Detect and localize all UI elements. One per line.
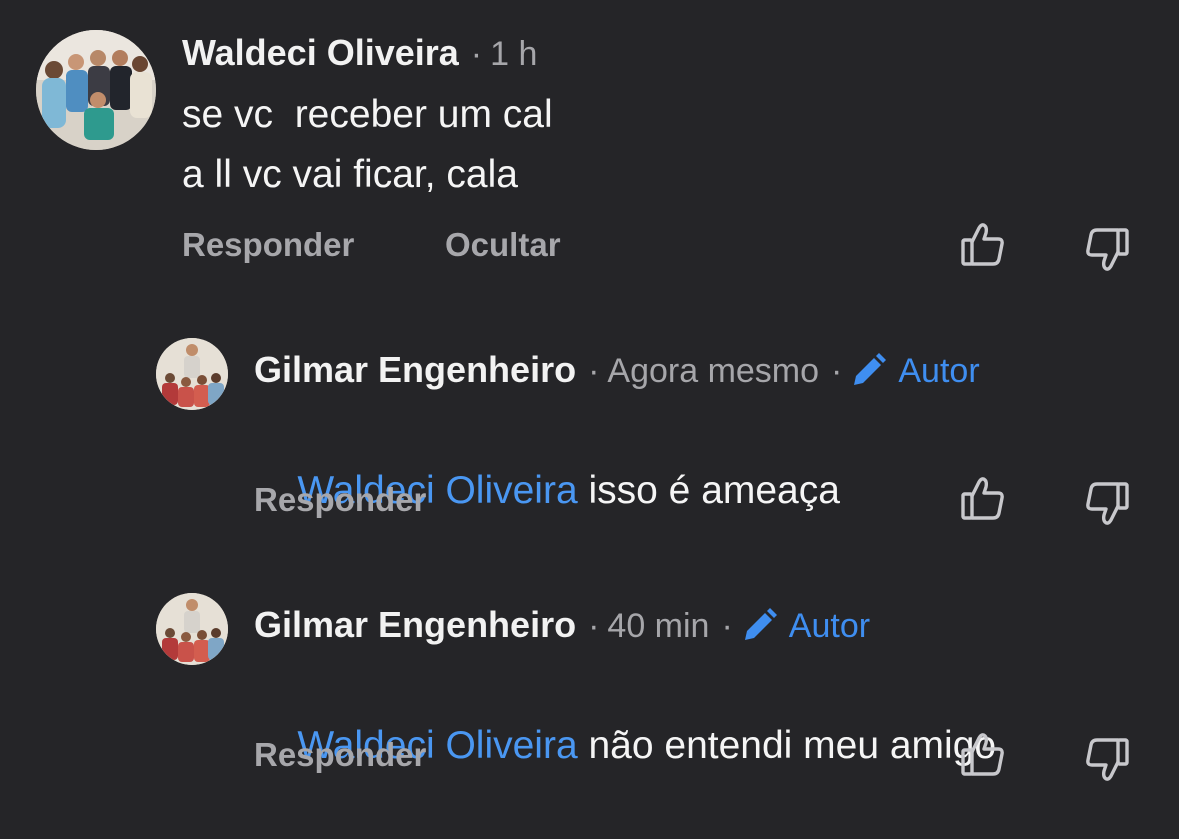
pencil-icon [850, 352, 888, 386]
reply-button[interactable]: Responder [254, 481, 426, 519]
comment-meta: Gilmar Engenheiro · 40 min · Autor [254, 603, 870, 646]
timestamp: Agora mesmo [607, 352, 820, 390]
author-name[interactable]: Gilmar Engenheiro [254, 349, 576, 391]
comment-text-line: se vc receber um cal [182, 93, 553, 136]
author-name[interactable]: Gilmar Engenheiro [254, 604, 576, 646]
comment-text-line: a ll vc vai ficar, cala [182, 153, 518, 196]
separator: · [588, 607, 600, 645]
comment-meta: Waldeci Oliveira · 1 h [182, 32, 537, 74]
author-badge: Autor [850, 348, 980, 391]
comment-meta: Gilmar Engenheiro · Agora mesmo · Autor [254, 348, 980, 391]
comment-body: isso é ameaça [577, 469, 840, 512]
avatar[interactable] [156, 338, 228, 410]
avatar[interactable] [156, 593, 228, 665]
pencil-icon [741, 607, 779, 641]
avatar[interactable] [36, 30, 156, 150]
timestamp: 40 min [607, 607, 710, 645]
author-name[interactable]: Waldeci Oliveira [182, 32, 459, 74]
separator: · [588, 352, 600, 390]
hide-button[interactable]: Ocultar [445, 226, 561, 264]
separator: · [470, 35, 483, 73]
separator: · [721, 607, 733, 645]
thumbs-up-icon[interactable] [958, 730, 1008, 780]
thumbs-down-icon[interactable] [1082, 478, 1132, 528]
reply-button[interactable]: Responder [254, 736, 426, 774]
comment-body: não entendi meu amigo [577, 724, 997, 767]
thumbs-up-icon[interactable] [958, 220, 1008, 270]
timestamp: 1 h [490, 35, 538, 73]
thumbs-down-icon[interactable] [1082, 734, 1132, 784]
thumbs-down-icon[interactable] [1082, 224, 1132, 274]
author-badge-label: Autor [788, 607, 871, 645]
reply-button[interactable]: Responder [182, 226, 354, 264]
author-badge-label: Autor [898, 352, 980, 390]
author-badge: Autor [741, 603, 870, 646]
thumbs-up-icon[interactable] [958, 474, 1008, 524]
separator: · [831, 352, 843, 390]
